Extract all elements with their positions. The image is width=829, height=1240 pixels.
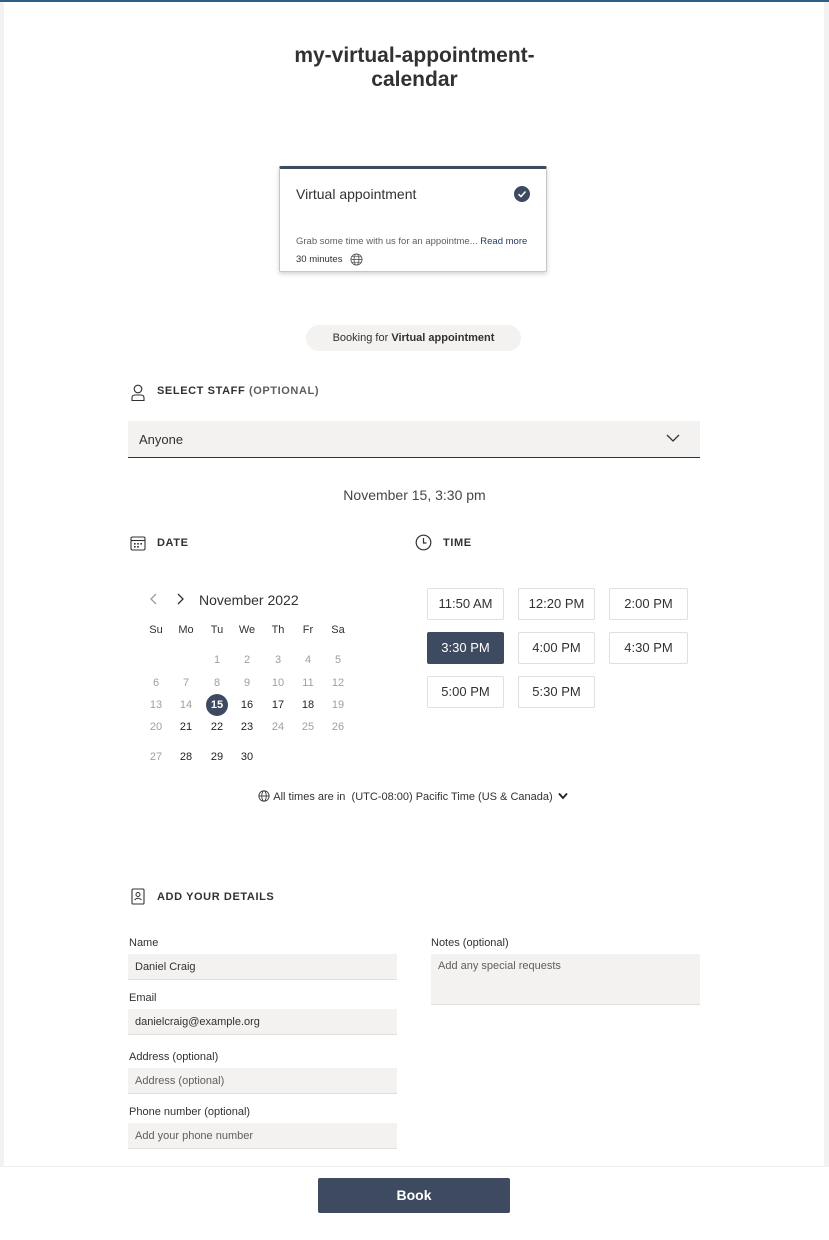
calendar-day[interactable]: 30: [232, 746, 262, 768]
booking-for-prefix: Booking for: [332, 332, 389, 344]
calendar-day: 19: [331, 699, 345, 711]
weekday-header: Tu: [210, 624, 224, 636]
time-heading: TIME: [443, 537, 472, 549]
calendar-day[interactable]: 29: [202, 746, 232, 768]
calendar-day: 12: [331, 677, 345, 689]
calendar-day[interactable]: 18: [293, 694, 323, 716]
calendar-day: 4: [304, 654, 312, 666]
calendar-day[interactable]: 17: [263, 694, 293, 716]
calendar-day: 7: [182, 677, 190, 689]
booking-for-service: Virtual appointment: [391, 332, 495, 344]
globe-icon: [350, 253, 363, 266]
calendar-day: 11: [302, 677, 314, 689]
calendar-day: 1: [213, 654, 221, 666]
chevron-down-icon: [558, 792, 568, 800]
address-field[interactable]: Address (optional): [128, 1068, 397, 1094]
calendar-day: 2: [243, 654, 251, 666]
address-label: Address (optional): [129, 1051, 219, 1063]
calendar-day: 26: [331, 721, 345, 733]
book-button[interactable]: Book: [318, 1178, 510, 1213]
timezone-prefix: All times are in: [273, 791, 346, 803]
chevron-down-icon: [666, 434, 680, 442]
previous-month-icon[interactable]: [148, 592, 160, 606]
calendar-month: November 2022: [199, 592, 299, 608]
calendar-day: 5: [334, 654, 342, 666]
calendar-day: 25: [301, 721, 315, 733]
calendar-day: 9: [243, 677, 251, 689]
page-title: my-virtual-appointment- calendar: [0, 44, 829, 92]
time-slot[interactable]: 4:30 PM: [609, 632, 688, 664]
selected-check-icon: [514, 186, 530, 202]
weekday-header: We: [238, 624, 256, 636]
calendar-day[interactable]: 28: [171, 746, 201, 768]
person-icon: [131, 384, 145, 402]
calendar-day[interactable]: 16: [232, 694, 262, 716]
staff-dropdown[interactable]: Anyone: [128, 421, 700, 458]
globe-icon: [258, 790, 270, 802]
calendar-day: 14: [179, 699, 193, 711]
page-title-line2: calendar: [371, 68, 458, 91]
phone-label: Phone number (optional): [129, 1106, 251, 1118]
calendar-day: 3: [274, 654, 282, 666]
name-label: Name: [129, 937, 159, 949]
email-label: Email: [129, 992, 157, 1004]
select-staff-label: SELECT STAFF: [157, 385, 246, 397]
email-field[interactable]: danielcraig@example.org: [128, 1009, 397, 1035]
calendar-day: 10: [271, 677, 285, 689]
page-title-line1: my-virtual-appointment-: [294, 44, 535, 67]
select-staff-heading: SELECT STAFF (OPTIONAL): [157, 385, 319, 397]
weekday-header: Mo: [178, 624, 194, 636]
calendar-day[interactable]: 22: [202, 716, 232, 738]
select-staff-optional: (OPTIONAL): [248, 385, 320, 397]
calendar-day: 6: [152, 677, 160, 689]
clock-icon: [415, 534, 432, 551]
service-name: Virtual appointment: [296, 186, 417, 202]
read-more-link[interactable]: Read more: [480, 236, 527, 247]
timezone-selector[interactable]: All times are in (UTC-08:00) Pacific Tim…: [0, 790, 829, 803]
service-duration: 30 minutes: [296, 254, 343, 265]
calendar-day[interactable]: 23: [232, 716, 262, 738]
service-card[interactable]: Virtual appointment Grab some time with …: [279, 166, 547, 272]
weekday-header: Sa: [331, 624, 345, 636]
weekday-header: Su: [149, 624, 163, 636]
add-details-heading: ADD YOUR DETAILS: [157, 891, 275, 903]
staff-dropdown-value: Anyone: [139, 432, 184, 447]
time-slot-selected[interactable]: 3:30 PM: [427, 632, 504, 664]
name-field[interactable]: Daniel Craig: [128, 954, 397, 980]
calendar-day[interactable]: 21: [171, 716, 201, 738]
calendar-day: 24: [271, 721, 285, 733]
next-month-icon[interactable]: [174, 592, 186, 606]
weekday-header: Th: [271, 624, 285, 636]
time-slot[interactable]: 4:00 PM: [518, 632, 595, 664]
service-description: Grab some time with us for an appointme.…: [296, 236, 527, 247]
booking-for-badge: Booking for Virtual appointment: [306, 325, 521, 351]
time-slot[interactable]: 2:00 PM: [609, 588, 688, 620]
calendar-day: 13: [149, 699, 163, 711]
notes-label: Notes (optional): [431, 937, 509, 949]
service-description-text: Grab some time with us for an appointme.…: [296, 236, 478, 247]
time-slot[interactable]: 12:20 PM: [518, 588, 595, 620]
calendar-day: 8: [213, 677, 221, 689]
calendar-day-selected[interactable]: 15: [206, 694, 228, 716]
time-slot[interactable]: 5:30 PM: [518, 676, 595, 708]
time-slot[interactable]: 5:00 PM: [427, 676, 504, 708]
calendar-day: 20: [149, 721, 163, 733]
timezone-value: (UTC-08:00) Pacific Time (US & Canada): [351, 791, 553, 803]
date-heading: DATE: [157, 537, 189, 549]
weekday-header: Fr: [302, 624, 314, 636]
calendar-day: 27: [149, 751, 163, 763]
time-slot[interactable]: 11:50 AM: [427, 588, 504, 620]
notes-field[interactable]: Add any special requests: [431, 954, 700, 1005]
contact-card-icon: [131, 888, 145, 905]
phone-field[interactable]: Add your phone number: [128, 1123, 397, 1149]
selected-datetime: November 15, 3:30 pm: [343, 487, 486, 503]
calendar-icon: [130, 536, 146, 551]
